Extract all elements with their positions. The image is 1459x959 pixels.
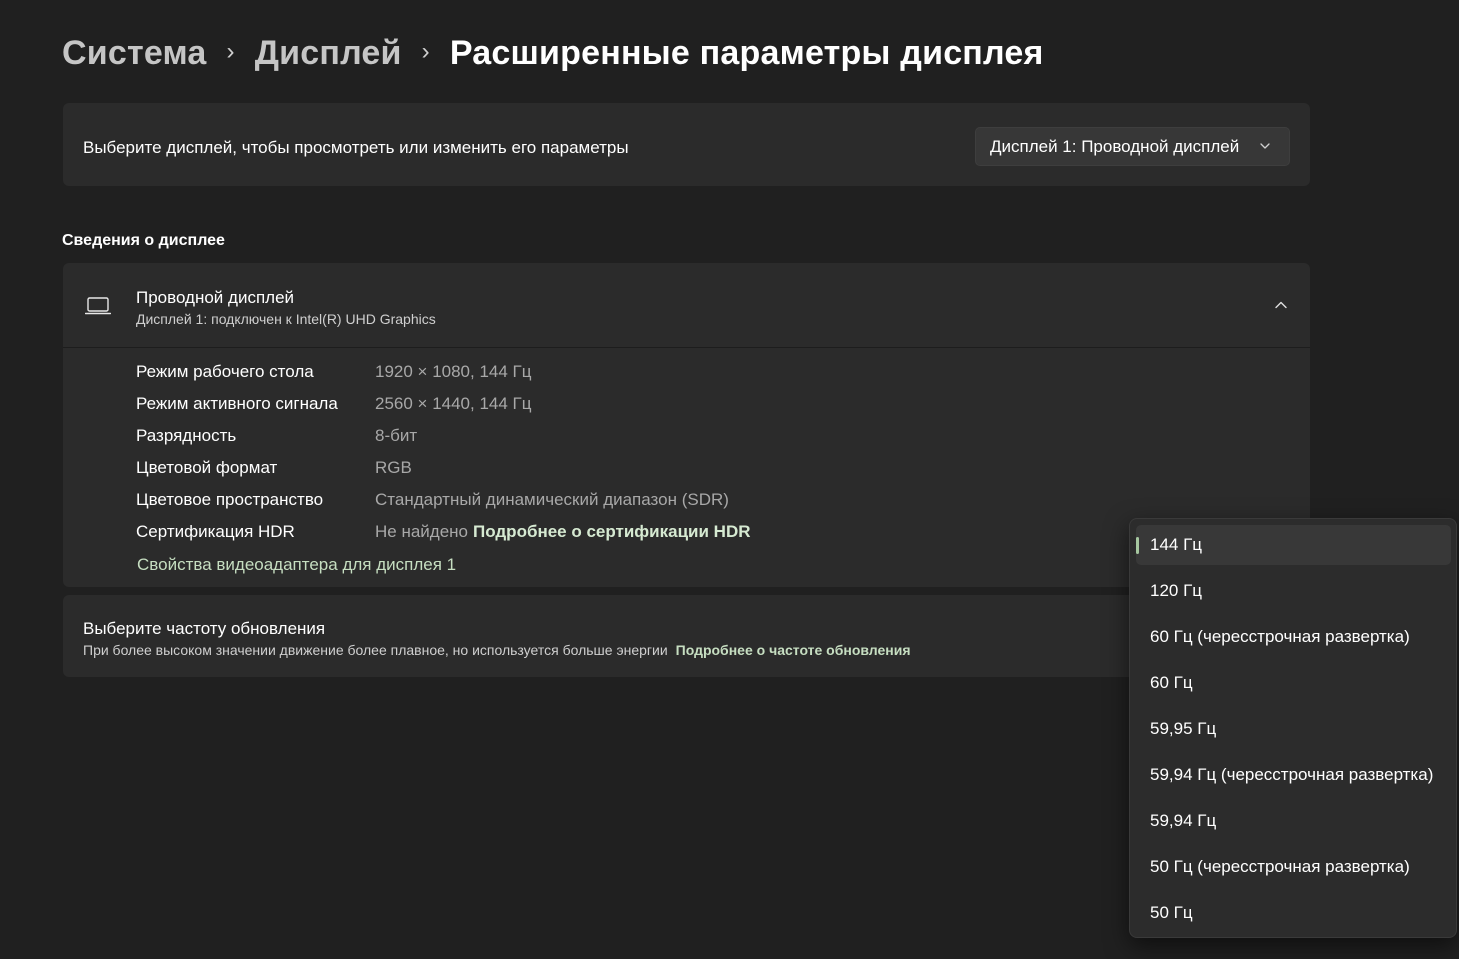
info-row-key: Цветовой формат: [136, 458, 278, 477]
info-row-value: 1920 × 1080, 144 Гц: [375, 362, 532, 381]
info-row-key: Режим рабочего стола: [136, 362, 314, 381]
breadcrumb-item-system[interactable]: Система: [62, 34, 207, 73]
section-title-display-info: Сведения о дисплее: [62, 232, 225, 249]
option-label: 59,95 Гц: [1150, 719, 1217, 738]
refresh-option-59-94[interactable]: 59,94 Гц: [1136, 801, 1451, 841]
info-row-key: Сертификация HDR: [136, 522, 295, 541]
breadcrumb-separator-icon: ›: [421, 37, 430, 65]
option-label: 60 Гц: [1150, 673, 1193, 692]
refresh-rate-description: При более высоком значении движение боле…: [83, 642, 668, 658]
refresh-option-59-95[interactable]: 59,95 Гц: [1136, 709, 1451, 749]
refresh-rate-learn-more-link[interactable]: Подробнее о частоте обновления: [676, 642, 911, 658]
refresh-option-144[interactable]: 144 Гц: [1136, 525, 1451, 565]
option-label: 60 Гц (чересстрочная развертка): [1150, 627, 1410, 646]
display-select-card: Выберите дисплей, чтобы просмотреть или …: [63, 103, 1310, 186]
settings-page: Система › Дисплей › Расширенные параметр…: [0, 0, 1459, 959]
breadcrumb: Система › Дисплей › Расширенные параметр…: [62, 34, 1044, 73]
refresh-option-120[interactable]: 120 Гц: [1136, 571, 1451, 611]
info-row-value-wrapper: Не найдено Подробнее о сертификации HDR: [375, 522, 751, 542]
display-select-label: Выберите дисплей, чтобы просмотреть или …: [83, 138, 629, 157]
refresh-rate-description-wrapper: При более высоком значении движение боле…: [83, 642, 911, 658]
info-row-value: 2560 × 1440, 144 Гц: [375, 394, 532, 413]
selected-indicator: [1136, 537, 1139, 554]
display-select-value: Дисплей 1: Проводной дисплей: [990, 137, 1240, 156]
refresh-option-59-94-interlaced[interactable]: 59,94 Гц (чересстрочная развертка): [1136, 755, 1451, 795]
refresh-option-50[interactable]: 50 Гц: [1136, 893, 1451, 933]
info-row-value: Стандартный динамический диапазон (SDR): [375, 490, 729, 509]
refresh-rate-title: Выберите частоту обновления: [83, 619, 326, 638]
display-info-header[interactable]: Проводной дисплей Дисплей 1: подключен к…: [63, 263, 1310, 348]
laptop-monitor-icon: [85, 297, 111, 315]
breadcrumb-item-display[interactable]: Дисплей: [255, 34, 402, 73]
chevron-down-icon: [1260, 143, 1270, 149]
option-label: 50 Гц: [1150, 903, 1193, 922]
option-label: 59,94 Гц (чересстрочная развертка): [1150, 765, 1434, 784]
display-info-card: Проводной дисплей Дисплей 1: подключен к…: [63, 263, 1310, 587]
display-select-dropdown[interactable]: Дисплей 1: Проводной дисплей: [975, 127, 1290, 166]
option-label: 50 Гц (чересстрочная развертка): [1150, 857, 1410, 876]
option-label: 120 Гц: [1150, 581, 1203, 600]
breadcrumb-separator-icon: ›: [226, 37, 235, 65]
info-row-value: Не найдено: [375, 522, 469, 541]
refresh-option-50-interlaced[interactable]: 50 Гц (чересстрочная развертка): [1136, 847, 1451, 887]
option-label: 59,94 Гц: [1150, 811, 1217, 830]
display-info-title: Проводной дисплей: [136, 288, 295, 307]
adapter-properties-link[interactable]: Свойства видеоадаптера для дисплея 1: [137, 555, 456, 575]
info-row-key: Разрядность: [136, 426, 237, 445]
refresh-rate-card: Выберите частоту обновления При более вы…: [63, 595, 1310, 677]
info-row-key: Цветовое пространство: [136, 490, 324, 509]
refresh-rate-dropdown-list: 144 Гц 120 Гц 60 Гц (чересстрочная разве…: [1129, 518, 1457, 938]
refresh-option-60-interlaced[interactable]: 60 Гц (чересстрочная развертка): [1136, 617, 1451, 657]
info-row-value: 8-бит: [375, 426, 418, 445]
page-title: Расширенные параметры дисплея: [449, 34, 1044, 72]
option-label: 144 Гц: [1150, 535, 1203, 554]
info-row-value: RGB: [375, 458, 412, 477]
hdr-certification-link[interactable]: Подробнее о сертификации HDR: [473, 522, 751, 541]
refresh-option-60[interactable]: 60 Гц: [1136, 663, 1451, 703]
chevron-up-icon[interactable]: [1274, 298, 1288, 312]
info-row-key: Режим активного сигнала: [136, 394, 338, 413]
display-info-subtitle: Дисплей 1: подключен к Intel(R) UHD Grap…: [136, 311, 436, 327]
